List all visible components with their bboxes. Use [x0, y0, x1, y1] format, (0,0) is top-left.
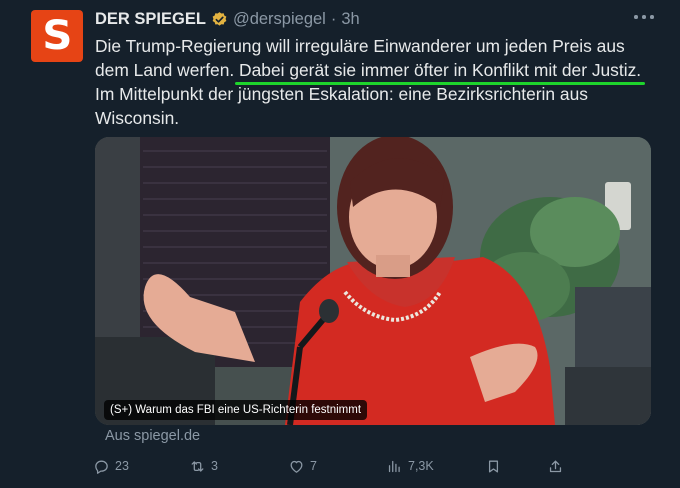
bookmark-button[interactable]: [485, 454, 502, 478]
like-button[interactable]: 7: [288, 454, 317, 478]
avatar-letter: S: [41, 13, 73, 59]
tweet-text-line-2-start: dem Land werfen.: [95, 60, 240, 80]
views-icon: [388, 460, 400, 472]
avatar[interactable]: S: [31, 10, 83, 62]
tweet-header: DER SPIEGEL @derspiegel · 3h: [95, 8, 360, 30]
tweet-actions: 23 3 7 7,3K: [90, 454, 570, 478]
tweet-text-line-4: Wisconsin.: [95, 108, 180, 128]
media-caption: (S+) Warum das FBI eine US-Richterin fes…: [104, 400, 368, 420]
like-icon: [290, 460, 303, 473]
bookmark-icon: [488, 460, 499, 472]
timestamp[interactable]: 3h: [341, 10, 359, 29]
reply-count: 23: [115, 459, 129, 473]
link-source[interactable]: Aus spiegel.de: [105, 428, 200, 444]
tweet-text-line-3: Im Mittelpunkt der jüngsten Eskalation: …: [95, 84, 588, 104]
tweet-text-line-2: dem Land werfen. Dabei gerät sie immer ö…: [95, 58, 655, 85]
tweet-text: Die Trump-Regierung will irreguläre Einw…: [95, 34, 655, 130]
link-card-image[interactable]: (S+) Warum das FBI eine US-Richterin fes…: [95, 137, 651, 425]
more-icon[interactable]: [634, 10, 654, 24]
repost-icon: [191, 460, 204, 472]
views-button[interactable]: 7,3K: [386, 454, 434, 478]
author-name[interactable]: DER SPIEGEL: [95, 10, 206, 29]
reply-button[interactable]: 23: [93, 454, 129, 478]
verified-icon: [212, 11, 227, 26]
photo-illustration: [95, 137, 651, 425]
reply-icon: [95, 460, 108, 474]
tweet-text-line-1: Die Trump-Regierung will irreguläre Einw…: [95, 36, 625, 56]
repost-count: 3: [211, 459, 218, 473]
separator-dot: ·: [330, 9, 337, 28]
share-button[interactable]: [547, 454, 564, 478]
author-handle[interactable]: @derspiegel: [233, 10, 326, 29]
like-count: 7: [310, 459, 317, 473]
share-icon: [549, 460, 562, 472]
views-count: 7,3K: [408, 459, 434, 473]
repost-button[interactable]: 3: [189, 454, 218, 478]
highlighted-sentence: Dabei gerät sie immer öfter in Konflikt …: [235, 60, 646, 85]
